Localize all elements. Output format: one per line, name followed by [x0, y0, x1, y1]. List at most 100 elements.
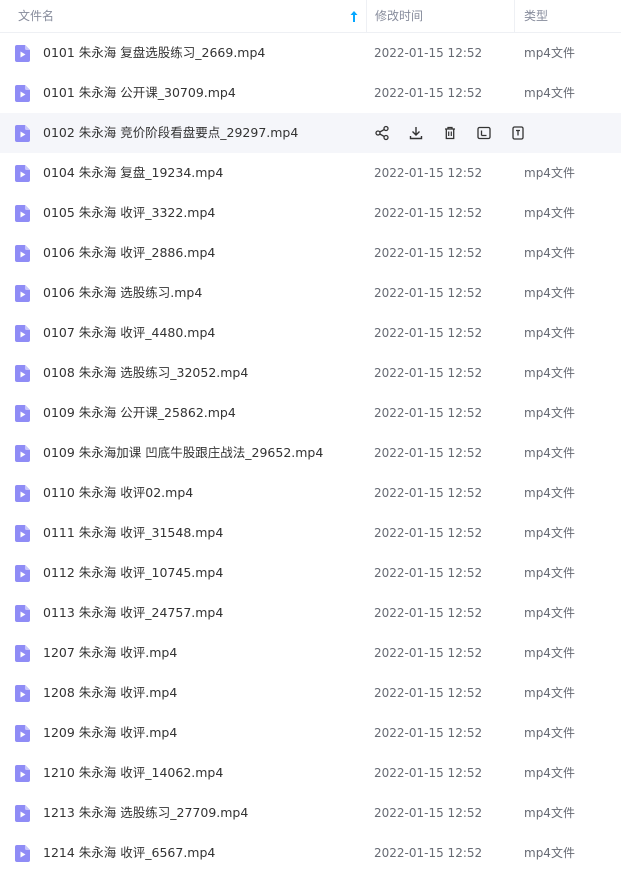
file-modified-time: 2022-01-15 12:52 [374, 86, 483, 100]
file-modified-time: 2022-01-15 12:52 [374, 806, 483, 820]
file-row[interactable]: 0104 朱永海 复盘_19234.mp4 2022-01-15 12:52 mp4… [0, 153, 621, 193]
file-name[interactable]: 0109 朱永海 公开课_25862.mp4 [43, 393, 236, 433]
file-name[interactable]: 0102 朱永海 竞价阶段看盘要点_29297.mp4 [43, 113, 298, 153]
column-header-name-label: 文件名 [18, 9, 55, 23]
file-name[interactable]: 1214 朱永海 收评_6567.mp4 [43, 833, 215, 873]
file-name[interactable]: 0107 朱永海 收评_4480.mp4 [43, 313, 215, 353]
file-row[interactable]: 1213 朱永海 选股练习_27709.mp4 2022-01-15 12:52 m… [0, 793, 621, 833]
file-type: mp4文件 [524, 486, 575, 500]
file-row[interactable]: 1207 朱永海 收评.mp4 2022-01-15 12:52 mp4文件 [0, 633, 621, 673]
file-modified-time: 2022-01-15 12:52 [374, 846, 483, 860]
file-row[interactable]: 0108 朱永海 选股练习_32052.mp4 2022-01-15 12:52 m… [0, 353, 621, 393]
file-row[interactable]: 0109 朱永海 公开课_25862.mp4 2022-01-15 12:52 mp… [0, 393, 621, 433]
video-file-icon [15, 405, 30, 422]
rename-icon[interactable] [476, 125, 492, 141]
file-modified-time: 2022-01-15 12:52 [374, 406, 483, 420]
file-name[interactable]: 1207 朱永海 收评.mp4 [43, 633, 177, 673]
file-name[interactable]: 0112 朱永海 收评_10745.mp4 [43, 553, 223, 593]
file-row[interactable]: 0102 朱永海 竞价阶段看盘要点_29297.mp4 [0, 113, 621, 153]
column-header-time[interactable]: 修改时间 [366, 0, 514, 33]
file-type: mp4文件 [524, 686, 575, 700]
file-type: mp4文件 [524, 846, 575, 860]
file-modified-time: 2022-01-15 12:52 [374, 326, 483, 340]
file-row[interactable]: 0105 朱永海 收评_3322.mp4 2022-01-15 12:52 mp4文… [0, 193, 621, 233]
video-file-icon [15, 805, 30, 822]
video-file-icon [15, 565, 30, 582]
download-icon[interactable] [408, 125, 424, 141]
file-type: mp4文件 [524, 286, 575, 300]
file-row[interactable]: 1214 朱永海 收评_6567.mp4 2022-01-15 12:52 mp4文… [0, 833, 621, 873]
file-name[interactable]: 0106 朱永海 选股练习.mp4 [43, 273, 202, 313]
delete-icon[interactable] [442, 125, 458, 141]
file-name[interactable]: 0101 朱永海 公开课_30709.mp4 [43, 73, 236, 113]
video-file-icon [15, 285, 30, 302]
file-modified-time: 2022-01-15 12:52 [374, 166, 483, 180]
file-name[interactable]: 0108 朱永海 选股练习_32052.mp4 [43, 353, 248, 393]
file-name[interactable]: 0109 朱永海加课 凹底牛股跟庄战法_29652.mp4 [43, 433, 323, 473]
file-type: mp4文件 [524, 246, 575, 260]
file-name[interactable]: 0104 朱永海 复盘_19234.mp4 [43, 153, 223, 193]
file-type: mp4文件 [524, 166, 575, 180]
file-modified-time: 2022-01-15 12:52 [374, 566, 483, 580]
file-type: mp4文件 [524, 86, 575, 100]
file-type: mp4文件 [524, 366, 575, 380]
file-type: mp4文件 [524, 406, 575, 420]
file-name[interactable]: 1213 朱永海 选股练习_27709.mp4 [43, 793, 248, 833]
video-file-icon [15, 205, 30, 222]
file-modified-time: 2022-01-15 12:52 [374, 526, 483, 540]
video-file-icon [15, 45, 30, 62]
file-modified-time: 2022-01-15 12:52 [374, 366, 483, 380]
video-file-icon [15, 125, 30, 142]
file-modified-time: 2022-01-15 12:52 [374, 766, 483, 780]
share-icon[interactable] [374, 125, 390, 141]
file-row[interactable]: 0113 朱永海 收评_24757.mp4 2022-01-15 12:52 mp4… [0, 593, 621, 633]
video-file-icon [15, 845, 30, 862]
file-type: mp4文件 [524, 726, 575, 740]
file-modified-time: 2022-01-15 12:52 [374, 246, 483, 260]
file-row[interactable]: 0111 朱永海 收评_31548.mp4 2022-01-15 12:52 mp4… [0, 513, 621, 553]
file-row[interactable]: 0106 朱永海 选股练习.mp4 2022-01-15 12:52 mp4文件 [0, 273, 621, 313]
file-modified-time: 2022-01-15 12:52 [374, 726, 483, 740]
file-row[interactable]: 0101 朱永海 复盘选股练习_2669.mp4 2022-01-15 12:52… [0, 33, 621, 73]
file-name[interactable]: 0111 朱永海 收评_31548.mp4 [43, 513, 223, 553]
file-type: mp4文件 [524, 566, 575, 580]
video-file-icon [15, 445, 30, 462]
video-file-icon [15, 165, 30, 182]
file-row[interactable]: 0110 朱永海 收评02.mp4 2022-01-15 12:52 mp4文件 [0, 473, 621, 513]
file-row[interactable]: 0101 朱永海 公开课_30709.mp4 2022-01-15 12:52 mp… [0, 73, 621, 113]
column-header-type[interactable]: 类型 [514, 0, 621, 33]
video-file-icon [15, 365, 30, 382]
file-name[interactable]: 0110 朱永海 收评02.mp4 [43, 473, 193, 513]
file-row[interactable]: 1210 朱永海 收评_14062.mp4 2022-01-15 12:52 mp4… [0, 753, 621, 793]
file-modified-time: 2022-01-15 12:52 [374, 486, 483, 500]
file-modified-time: 2022-01-15 12:52 [374, 46, 483, 60]
file-row[interactable]: 0109 朱永海加课 凹底牛股跟庄战法_29652.mp4 2022-01-15 … [0, 433, 621, 473]
video-file-icon [15, 605, 30, 622]
file-name[interactable]: 0113 朱永海 收评_24757.mp4 [43, 593, 223, 633]
file-list: 0101 朱永海 复盘选股练习_2669.mp4 2022-01-15 12:52… [0, 33, 621, 873]
file-type: mp4文件 [524, 606, 575, 620]
file-modified-time: 2022-01-15 12:52 [374, 606, 483, 620]
file-list-header: 文件名 修改时间 类型 [0, 0, 621, 33]
video-file-icon [15, 325, 30, 342]
column-header-type-label: 类型 [524, 9, 549, 23]
file-row[interactable]: 1209 朱永海 收评.mp4 2022-01-15 12:52 mp4文件 [0, 713, 621, 753]
file-name[interactable]: 0106 朱永海 收评_2886.mp4 [43, 233, 215, 273]
file-name[interactable]: 1209 朱永海 收评.mp4 [43, 713, 177, 753]
file-type: mp4文件 [524, 206, 575, 220]
file-name[interactable]: 1210 朱永海 收评_14062.mp4 [43, 753, 223, 793]
more-file-icon[interactable] [510, 125, 526, 141]
file-name[interactable]: 1208 朱永海 收评.mp4 [43, 673, 177, 713]
file-row[interactable]: 0107 朱永海 收评_4480.mp4 2022-01-15 12:52 mp4文… [0, 313, 621, 353]
file-row[interactable]: 0106 朱永海 收评_2886.mp4 2022-01-15 12:52 mp4文… [0, 233, 621, 273]
column-header-name[interactable]: 文件名 [0, 0, 366, 33]
video-file-icon [15, 645, 30, 662]
file-row[interactable]: 1208 朱永海 收评.mp4 2022-01-15 12:52 mp4文件 [0, 673, 621, 713]
file-row[interactable]: 0112 朱永海 收评_10745.mp4 2022-01-15 12:52 mp4… [0, 553, 621, 593]
file-type: mp4文件 [524, 766, 575, 780]
file-type: mp4文件 [524, 806, 575, 820]
file-modified-time: 2022-01-15 12:52 [374, 446, 483, 460]
arrow-up-icon[interactable] [349, 10, 359, 23]
file-name[interactable]: 0101 朱永海 复盘选股练习_2669.mp4 [43, 33, 265, 73]
file-name[interactable]: 0105 朱永海 收评_3322.mp4 [43, 193, 215, 233]
